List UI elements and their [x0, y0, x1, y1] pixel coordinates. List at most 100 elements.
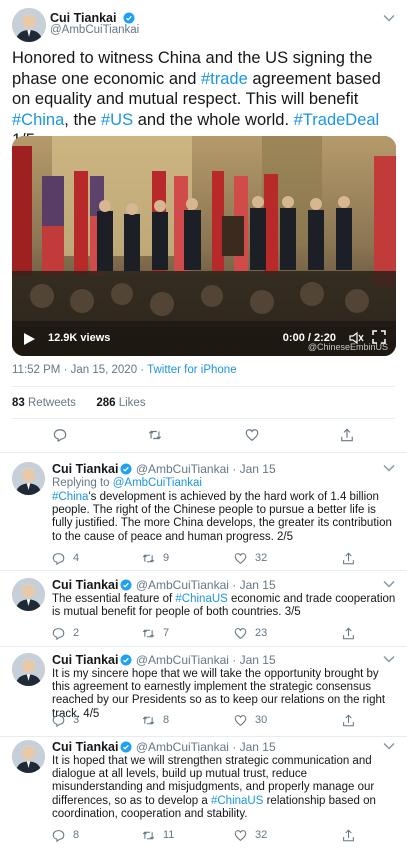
chevron-down-icon[interactable]	[383, 464, 395, 472]
retweet-icon	[142, 554, 155, 562]
retweet-icon	[142, 831, 155, 839]
reply-actions: 4 9 32	[52, 551, 382, 565]
reply-author-name[interactable]: Cui Tiankai	[52, 653, 118, 667]
retweet-icon	[142, 629, 155, 637]
reply-count: 4	[73, 552, 80, 564]
author-handle[interactable]: @AmbCuiTiankai	[50, 24, 139, 36]
retweets-stat[interactable]: 83 Retweets	[12, 397, 76, 409]
like-icon	[234, 627, 247, 639]
reply-date[interactable]: · Jan 15	[232, 578, 275, 592]
chevron-down-icon[interactable]	[383, 14, 395, 22]
likes-count: 286	[96, 397, 116, 409]
like-action[interactable]: 32	[234, 828, 267, 842]
main-tweet: Cui Tiankai @AmbCuiTiankai Honored to wi…	[0, 0, 407, 458]
like-action[interactable]: 23	[234, 626, 267, 640]
divider	[12, 418, 395, 419]
like-icon[interactable]	[245, 428, 259, 442]
reply-count: 2	[73, 627, 80, 639]
retweet-action[interactable]: 11	[142, 828, 174, 842]
reply-author-handle[interactable]: @AmbCuiTiankai	[136, 740, 229, 754]
retweet-count: 7	[163, 627, 170, 639]
like-count: 32	[255, 552, 268, 564]
tweet-source-link[interactable]: Twitter for iPhone	[147, 364, 236, 376]
reply-icon	[52, 552, 65, 565]
retweets-label: Retweets	[24, 397, 76, 409]
reply-action[interactable]: 8	[52, 828, 79, 842]
hashtag-link[interactable]: #ChinaUS	[211, 795, 263, 807]
tweet-text-segment: , the	[64, 110, 101, 129]
retweet-action[interactable]: 8	[142, 713, 169, 727]
hashtag-link[interactable]: #China	[52, 491, 88, 503]
reply-icon[interactable]	[53, 428, 67, 442]
hashtag-link[interactable]: #US	[101, 111, 133, 129]
retweet-count: 8	[163, 714, 170, 726]
reply-action[interactable]: 2	[52, 626, 79, 640]
verified-badge-icon	[120, 654, 132, 666]
retweet-action[interactable]: 9	[142, 551, 169, 565]
reply-count: 8	[73, 829, 80, 841]
reply-text: It is hoped that we will strengthen stra…	[52, 755, 398, 821]
reply-header: Cui Tiankai @AmbCuiTiankai · Jan 15	[52, 740, 276, 754]
reply-icon	[52, 829, 65, 842]
share-icon	[343, 713, 354, 726]
reply-avatar[interactable]	[12, 462, 45, 495]
reply-author-handle[interactable]: @AmbCuiTiankai	[136, 653, 229, 667]
reply-tweet[interactable]: Cui Tiankai @AmbCuiTiankai · Jan 15 The …	[0, 578, 407, 642]
likes-stat[interactable]: 286 Likes	[96, 397, 145, 409]
like-count: 32	[255, 829, 268, 841]
author-avatar[interactable]	[12, 8, 46, 42]
reply-author-name[interactable]: Cui Tiankai	[52, 578, 118, 592]
retweets-count: 83	[12, 397, 25, 409]
reply-date[interactable]: · Jan 15	[232, 653, 275, 667]
retweet-action[interactable]: 7	[142, 626, 169, 640]
like-action[interactable]: 30	[234, 713, 267, 727]
share-icon[interactable]	[340, 428, 354, 442]
reply-date[interactable]: · Jan 15	[232, 740, 275, 754]
reply-actions: 2 7 23	[52, 626, 382, 640]
hashtag-link[interactable]: #trade	[201, 70, 248, 88]
reply-author-handle[interactable]: @AmbCuiTiankai	[136, 578, 229, 592]
reply-author-name[interactable]: Cui Tiankai	[52, 462, 118, 476]
hashtag-link[interactable]: #TradeDeal	[294, 111, 380, 129]
chevron-down-icon[interactable]	[383, 742, 395, 750]
retweet-icon	[142, 716, 155, 724]
reply-tweet[interactable]: Cui Tiankai @AmbCuiTiankai · Jan 15 Repl…	[0, 462, 407, 572]
chevron-down-icon[interactable]	[383, 655, 395, 663]
video-watermark: @ChineseEmbinUS	[307, 342, 388, 352]
retweet-icon[interactable]	[148, 428, 162, 442]
tweet-stats: 83 Retweets 286 Likes	[12, 397, 146, 409]
reply-icon	[52, 627, 65, 640]
reply-text: #China's development is achieved by the …	[52, 491, 398, 544]
share-action[interactable]	[342, 713, 363, 727]
like-icon	[234, 829, 247, 841]
replying-to-handle[interactable]: @AmbCuiTiankai	[113, 477, 202, 489]
reply-avatar[interactable]	[12, 740, 45, 773]
like-count: 23	[255, 627, 268, 639]
share-action[interactable]	[342, 551, 363, 565]
reply-tweet[interactable]: Cui Tiankai @AmbCuiTiankai · Jan 15 It i…	[0, 653, 407, 733]
reply-action[interactable]: 3	[52, 713, 79, 727]
reply-actions: 3 8 30	[52, 713, 382, 727]
replying-to-prefix: Replying to	[52, 477, 113, 489]
reply-author-name[interactable]: Cui Tiankai	[52, 740, 118, 754]
tweet-timestamp[interactable]: 11:52 PM · Jan 15, 2020 ·	[12, 364, 147, 376]
reply-avatar[interactable]	[12, 653, 45, 686]
reply-author-handle[interactable]: @AmbCuiTiankai	[136, 462, 229, 476]
hashtag-link[interactable]: #ChinaUS	[175, 593, 227, 605]
share-action[interactable]	[342, 626, 363, 640]
like-icon	[234, 552, 247, 564]
share-action[interactable]	[342, 828, 363, 842]
reply-date[interactable]: · Jan 15	[232, 462, 275, 476]
reply-action[interactable]: 4	[52, 551, 79, 565]
hashtag-link[interactable]: #China	[12, 111, 64, 129]
reply-tweet[interactable]: Cui Tiankai @AmbCuiTiankai · Jan 15 It i…	[0, 740, 407, 845]
chevron-down-icon[interactable]	[383, 580, 395, 588]
reply-avatar[interactable]	[12, 578, 45, 611]
main-actions	[0, 428, 407, 448]
play-icon[interactable]	[22, 332, 36, 346]
likes-label: Likes	[115, 397, 146, 409]
author-name[interactable]: Cui Tiankai	[50, 11, 116, 25]
verified-badge-icon	[123, 12, 135, 24]
like-action[interactable]: 32	[234, 551, 267, 565]
video-player[interactable]: 12.9K views 0:00 / 2:20 @ChineseEmbinUS	[12, 136, 396, 356]
